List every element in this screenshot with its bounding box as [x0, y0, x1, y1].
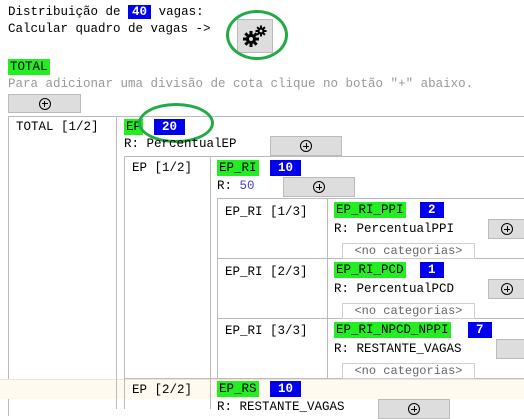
ep-ri-count: 10	[270, 160, 302, 176]
ep2-row-top-line	[0, 379, 524, 380]
add-root-division-button[interactable]	[8, 94, 81, 113]
ep-rs-rule: R: RESTANTE_VAGAS	[217, 400, 345, 414]
tree-divider-lower	[116, 379, 117, 409]
add-ep-ri-division-button[interactable]	[283, 177, 355, 197]
ep-ri-child-2-rule: R: PercentualPCD	[334, 282, 455, 296]
ep-ri-divider	[327, 198, 328, 379]
ep1-divider	[210, 156, 211, 379]
ep-ri-child-1-rule: R: PercentualPPI	[334, 222, 455, 236]
total-vagas-value[interactable]: 40	[128, 5, 152, 19]
ep-ri-child-3-count: 7	[468, 322, 492, 338]
vagas-label: vagas:	[158, 5, 204, 19]
ep2-label: EP [2/2]	[132, 383, 193, 397]
instruction-text: Para adicionar uma divisão de cota cliqu…	[8, 77, 474, 91]
ep-ri-child-1-label: EP_RI [1/3]	[225, 205, 308, 219]
ep-ri-child-2-count: 1	[420, 262, 444, 278]
add-ep-ri-child-2-button[interactable]	[488, 279, 524, 299]
root-label: TOTAL [1/2]	[16, 120, 99, 134]
ep-ri-child-1-count: 2	[420, 202, 444, 218]
ep1-label: EP [1/2]	[132, 161, 193, 175]
distribution-label: Distribuição de	[8, 5, 121, 19]
add-ep-rs-division-button[interactable]	[378, 399, 450, 419]
add-ep-ri-child-1-button[interactable]	[488, 219, 524, 239]
distribution-header: Distribuição de 40 vagas:	[8, 4, 204, 20]
ep-ri-child-1-tag: EP_RI_PPI	[334, 202, 406, 218]
ep-ri-child-1-category-select[interactable]: <no categorias>	[342, 243, 475, 259]
plus-circle-icon	[408, 403, 420, 415]
add-ep-division-button[interactable]	[270, 136, 342, 156]
ep-ri-rule: R: 50	[217, 179, 255, 193]
ep2-left-border	[124, 379, 125, 409]
ep-ri-child-3-rule: R: RESTANTE_VAGAS	[334, 342, 462, 356]
plus-circle-icon	[313, 181, 325, 193]
total-tag: TOTAL	[8, 59, 50, 75]
plus-circle-icon	[38, 97, 51, 110]
ep-ri-child-2-category-select[interactable]: <no categorias>	[342, 303, 475, 319]
ep-ri-rule-value: 50	[239, 179, 255, 193]
ep-ri-rule-prefix: R:	[217, 179, 233, 193]
ep-ri-child-3-tag: EP_RI_NPCD_NPPI	[334, 322, 451, 338]
ep2-divider	[210, 379, 211, 409]
calcular-label: Calcular quadro de vagas ->	[8, 22, 211, 36]
ep-rule: R: PercentualEP	[124, 137, 237, 151]
ep-ri-tag: EP_RI	[217, 160, 259, 176]
ep2-row-bg	[0, 379, 524, 399]
ep-rs-count: 10	[270, 381, 302, 397]
ep-ri-child-3-label: EP_RI [3/3]	[225, 324, 308, 338]
ep-rs-tag: EP_RS	[217, 381, 259, 397]
ep-ri-child-2-label: EP_RI [2/3]	[225, 265, 308, 279]
highlight-ring-calculate	[226, 10, 288, 60]
plus-circle-icon	[501, 223, 513, 235]
plus-circle-icon	[501, 283, 513, 295]
plus-circle-icon	[300, 140, 312, 152]
ep-ri-child-2-tag: EP_RI_PCD	[334, 262, 406, 278]
tree-divider	[116, 116, 117, 408]
ep-ri-child-3-category-select[interactable]: <no categorias>	[342, 363, 475, 379]
add-ep-ri-child-3-button[interactable]	[496, 339, 524, 359]
